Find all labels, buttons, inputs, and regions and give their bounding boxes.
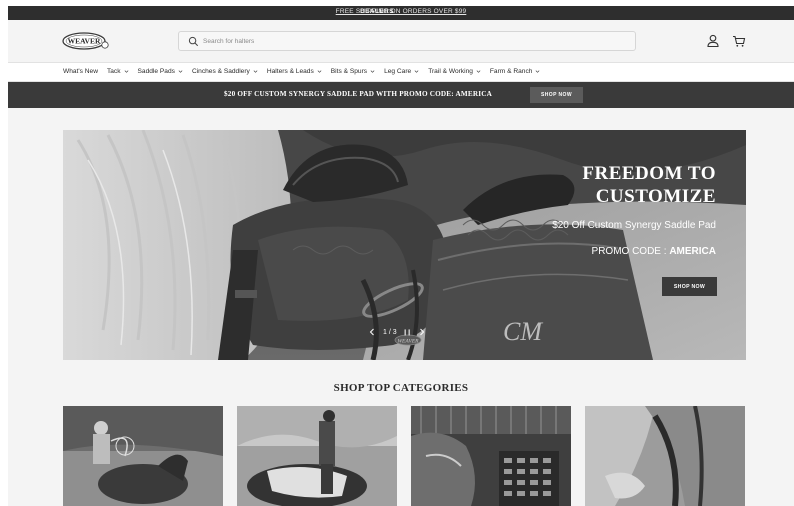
dealers-link[interactable]: DEALERS (8, 8, 746, 15)
page-frame: FREE SHIPPING ON ORDERS OVER $99 DEALERS… (8, 6, 794, 506)
hero-banner[interactable]: WEAVER CM FREEDOM TO CUSTOMIZE $20 Off C… (63, 130, 746, 360)
main-nav: What's New Tack Saddle Pads Cinches & Sa… (8, 62, 794, 82)
category-image (411, 406, 571, 506)
cart-icon[interactable] (732, 34, 746, 48)
chevron-right-icon[interactable] (417, 327, 427, 337)
chevron-down-icon (178, 70, 183, 73)
chevron-down-icon (414, 70, 419, 73)
slide-counter: 1 / 3 (383, 328, 397, 336)
chevron-down-icon (476, 70, 481, 73)
category-image (237, 406, 397, 506)
slider-controls: 1 / 3 ❙❙ (367, 325, 447, 339)
nav-item-whats-new[interactable]: What's New (63, 68, 98, 75)
account-icon[interactable] (706, 34, 720, 48)
announcement-bar: FREE SHIPPING ON ORDERS OVER $99 DEALERS (8, 6, 794, 20)
hero-shop-now-button[interactable]: SHOP NOW (662, 277, 717, 296)
nav-item-cinches-saddlery[interactable]: Cinches & Saddlery (192, 68, 258, 75)
category-card-halters[interactable] (411, 406, 571, 506)
hero-title: FREEDOM TO CUSTOMIZE (582, 163, 716, 207)
nav-item-bits-spurs[interactable]: Bits & Spurs (331, 68, 375, 75)
nav-item-leg-care[interactable]: Leg Care (384, 68, 419, 75)
hero-subtitle: $20 Off Custom Synergy Saddle Pad (552, 220, 716, 231)
nav-item-tack[interactable]: Tack (107, 68, 129, 75)
chevron-down-icon (253, 70, 258, 73)
pause-icon[interactable]: ❙❙ (403, 329, 412, 336)
category-card-riding[interactable] (237, 406, 397, 506)
weaver-logo[interactable]: WEAVER (62, 32, 110, 50)
promo-bar: $20 OFF CUSTOM SYNERGY SADDLE PAD WITH P… (8, 82, 794, 108)
search-icon (188, 36, 199, 47)
chevron-down-icon (124, 70, 128, 73)
category-grid (63, 406, 746, 506)
promo-shop-now-button[interactable]: SHOP NOW (530, 87, 583, 103)
nav-item-saddle-pads[interactable]: Saddle Pads (138, 68, 183, 75)
hero-promo-code: PROMO CODE : AMERICA (591, 246, 716, 257)
search-input[interactable] (203, 34, 603, 49)
promo-text: $20 OFF CUSTOM SYNERGY SADDLE PAD WITH P… (224, 90, 493, 98)
chevron-left-icon[interactable] (367, 327, 377, 337)
nav-item-halters-leads[interactable]: Halters & Leads (267, 68, 322, 75)
chevron-down-icon (536, 70, 540, 73)
site-header: WEAVER (8, 20, 794, 62)
category-image (585, 406, 745, 506)
search-bar[interactable] (178, 31, 636, 51)
logo-text: WEAVER (68, 37, 101, 46)
saddle-logo-text: WEAVER (397, 339, 419, 345)
chevron-down-icon (317, 70, 322, 73)
nav-item-trail-working[interactable]: Trail & Working (428, 68, 481, 75)
category-card-roping[interactable] (63, 406, 223, 506)
pad-initials: CM (503, 317, 543, 346)
nav-item-farm-ranch[interactable]: Farm & Ranch (490, 68, 541, 75)
category-card-bridles[interactable] (585, 406, 745, 506)
categories-title: SHOP TOP CATEGORIES (333, 382, 469, 394)
category-image (63, 406, 223, 506)
chevron-down-icon (370, 70, 375, 73)
